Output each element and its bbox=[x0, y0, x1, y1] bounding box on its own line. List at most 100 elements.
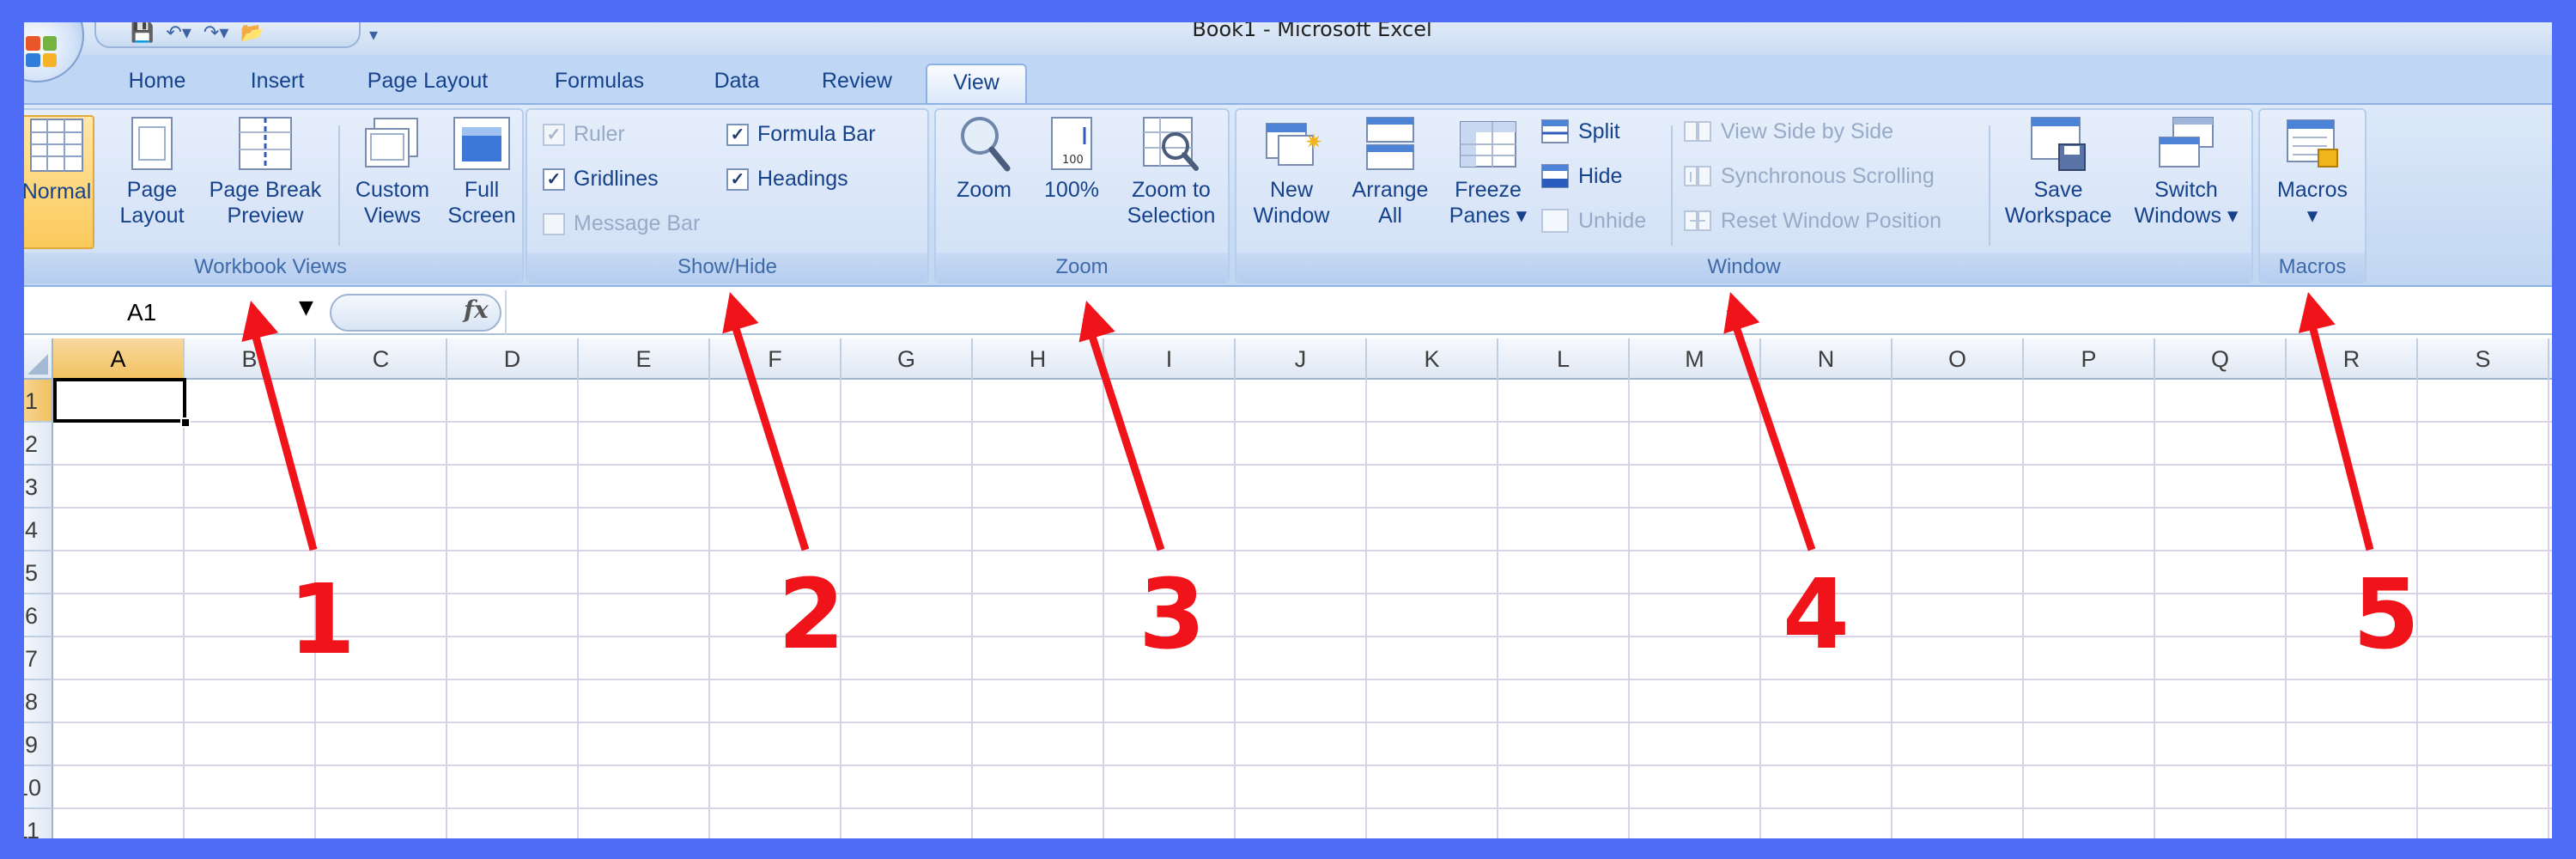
zoom-button[interactable]: Zoom bbox=[941, 115, 1027, 203]
row-header-1[interactable]: 1 bbox=[24, 380, 53, 423]
svg-text:100: 100 bbox=[1062, 154, 1084, 167]
column-header-k[interactable]: K bbox=[1367, 338, 1498, 380]
side-by-side-icon bbox=[1684, 121, 1711, 142]
ruler-checkbox[interactable]: ✓ Ruler bbox=[543, 122, 625, 147]
row-header-5[interactable]: 5 bbox=[24, 551, 53, 594]
tab-formulas[interactable]: Formulas bbox=[539, 64, 659, 103]
row-header-6[interactable]: 6 bbox=[24, 594, 53, 637]
synchronous-scrolling-label: Synchronous Scrolling bbox=[1721, 163, 1935, 188]
column-header-r[interactable]: R bbox=[2287, 338, 2418, 380]
office-logo-icon bbox=[26, 36, 57, 67]
split-button[interactable]: Split bbox=[1540, 119, 1620, 144]
arrange-all-icon bbox=[1366, 117, 1414, 170]
row-header-11[interactable]: 11 bbox=[24, 809, 53, 838]
annotation-number-5: 5 bbox=[2353, 559, 2420, 671]
column-header-h[interactable]: H bbox=[973, 338, 1104, 380]
unhide-button[interactable]: Unhide bbox=[1540, 208, 1646, 234]
column-header-i[interactable]: I bbox=[1104, 338, 1236, 380]
row-header-9[interactable]: 9 bbox=[24, 723, 53, 766]
name-box-dropdown-icon[interactable]: ▼ bbox=[299, 297, 313, 319]
column-header-j[interactable]: J bbox=[1236, 338, 1367, 380]
gridlines-check-icon: ✓ bbox=[543, 168, 565, 191]
headings-checkbox[interactable]: ✓ Headings bbox=[726, 167, 848, 192]
page-layout-icon bbox=[131, 117, 173, 170]
zoom-to-selection-icon bbox=[1143, 117, 1199, 171]
column-header-e[interactable]: E bbox=[579, 338, 710, 380]
row-headers: 1234567891011 bbox=[24, 380, 53, 838]
column-header-p[interactable]: P bbox=[2024, 338, 2155, 380]
column-header-a[interactable]: A bbox=[53, 338, 185, 380]
formula-bar-checkbox[interactable]: ✓ Formula Bar bbox=[726, 122, 876, 147]
full-screen-button[interactable]: Full Screen bbox=[443, 115, 520, 228]
tab-data[interactable]: Data bbox=[694, 64, 780, 103]
reset-window-position-button[interactable]: Reset Window Position bbox=[1683, 208, 1941, 234]
zoom-100-button[interactable]: 100 100% bbox=[1030, 115, 1113, 203]
arrange-all-button[interactable]: Arrange All bbox=[1343, 115, 1437, 228]
freeze-panes-button[interactable]: Freeze Panes ▾ bbox=[1441, 115, 1535, 228]
formula-bar: A1 ▼ fx bbox=[24, 290, 2552, 335]
column-header-m[interactable]: M bbox=[1630, 338, 1761, 380]
row-header-2[interactable]: 2 bbox=[24, 423, 53, 466]
column-header-f[interactable]: F bbox=[710, 338, 841, 380]
new-window-button[interactable]: ✷ New Window bbox=[1243, 115, 1340, 228]
active-cell[interactable] bbox=[53, 378, 186, 423]
row-header-4[interactable]: 4 bbox=[24, 509, 53, 551]
separator bbox=[338, 125, 340, 246]
normal-view-button[interactable]: Normal bbox=[24, 115, 94, 249]
normal-view-icon bbox=[30, 119, 83, 172]
tab-insert[interactable]: Insert bbox=[230, 64, 325, 103]
group-window: ✷ New Window Arrange All Freeze Panes ▾ … bbox=[1235, 108, 2253, 283]
column-header-l[interactable]: L bbox=[1498, 338, 1630, 380]
row-header-7[interactable]: 7 bbox=[24, 637, 53, 680]
column-header-q[interactable]: Q bbox=[2155, 338, 2287, 380]
ruler-check-icon: ✓ bbox=[543, 123, 565, 146]
gridlines-checkbox[interactable]: ✓ Gridlines bbox=[543, 167, 659, 192]
column-header-s[interactable]: S bbox=[2418, 338, 2549, 380]
split-icon bbox=[1541, 119, 1569, 143]
zoom-to-selection-label: Zoom to Selection bbox=[1127, 178, 1216, 228]
column-header-g[interactable]: G bbox=[841, 338, 973, 380]
save-workspace-button[interactable]: Save Workspace bbox=[1996, 115, 2121, 228]
tab-review[interactable]: Review bbox=[805, 64, 908, 103]
hide-button[interactable]: Hide bbox=[1540, 163, 1622, 189]
switch-windows-button[interactable]: Switch Windows ▾ bbox=[2126, 115, 2246, 228]
gridlines-label: Gridlines bbox=[574, 167, 659, 191]
tab-view[interactable]: View bbox=[926, 64, 1027, 103]
group-zoom: Zoom 100 100% Zoom to Selection Zoom bbox=[934, 108, 1230, 283]
cell-grid[interactable] bbox=[53, 380, 2552, 838]
custom-views-button[interactable]: Custom Views bbox=[345, 115, 440, 228]
column-header-c[interactable]: C bbox=[316, 338, 447, 380]
column-header-n[interactable]: N bbox=[1761, 338, 1893, 380]
reset-window-position-label: Reset Window Position bbox=[1721, 208, 1942, 233]
zoom-100-icon: 100 bbox=[1051, 117, 1092, 170]
name-box[interactable]: A1 bbox=[24, 295, 316, 330]
full-screen-label: Full Screen bbox=[447, 178, 516, 228]
message-bar-check-icon bbox=[543, 212, 565, 235]
zoom-label: Zoom bbox=[957, 178, 1012, 202]
new-window-icon: ✷ bbox=[1266, 123, 1321, 166]
row-header-3[interactable]: 3 bbox=[24, 466, 53, 509]
view-side-by-side-button[interactable]: View Side by Side bbox=[1683, 119, 1893, 144]
row-header-10[interactable]: 10 bbox=[24, 766, 53, 809]
select-all-button[interactable] bbox=[24, 338, 53, 380]
column-header-d[interactable]: D bbox=[447, 338, 579, 380]
zoom-to-selection-button[interactable]: Zoom to Selection bbox=[1116, 115, 1226, 228]
formula-input[interactable] bbox=[505, 290, 507, 335]
row-header-8[interactable]: 8 bbox=[24, 680, 53, 723]
headings-check-icon: ✓ bbox=[726, 168, 749, 191]
insert-function-icon[interactable]: fx bbox=[464, 295, 489, 324]
tab-home[interactable]: Home bbox=[110, 64, 204, 103]
macros-button[interactable]: Macros ▾ bbox=[2267, 115, 2358, 228]
page-layout-view-button[interactable]: Page Layout bbox=[113, 115, 191, 228]
column-header-b[interactable]: B bbox=[185, 338, 316, 380]
message-bar-checkbox[interactable]: Message Bar bbox=[543, 211, 700, 236]
column-header-o[interactable]: O bbox=[1893, 338, 2024, 380]
window-title: Book1 - Microsoft Excel bbox=[1192, 22, 1432, 41]
hide-label: Hide bbox=[1578, 163, 1623, 188]
synchronous-scrolling-button[interactable]: Synchronous Scrolling bbox=[1683, 163, 1935, 189]
page-break-preview-button[interactable]: Page Break Preview bbox=[201, 115, 330, 228]
hide-window-icon bbox=[1541, 164, 1569, 188]
save-workspace-icon bbox=[2031, 117, 2086, 171]
fill-handle[interactable] bbox=[180, 417, 191, 428]
tab-page-layout[interactable]: Page Layout bbox=[350, 64, 505, 103]
